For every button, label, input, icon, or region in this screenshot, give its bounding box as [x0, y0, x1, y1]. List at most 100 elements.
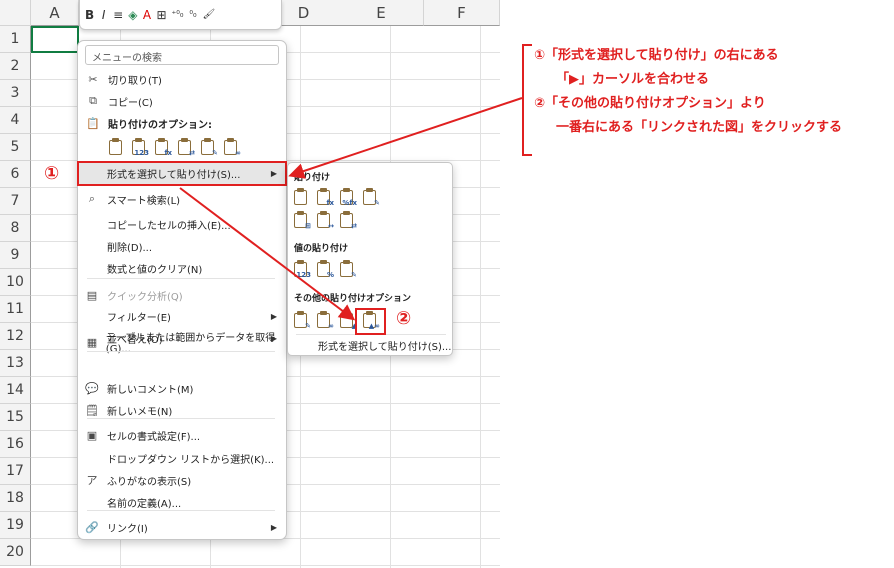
- paste-options-row: 123 fx ⇄ ✎ ∞: [108, 137, 246, 157]
- menu-label: コピーしたセルの挿入(E)...: [107, 220, 231, 232]
- step-marker-2: ②: [396, 308, 412, 329]
- row-header-6[interactable]: 6: [0, 161, 31, 188]
- submenu-arrow-icon: ▶: [270, 168, 277, 178]
- row-header-13[interactable]: 13: [0, 350, 31, 377]
- paste-transpose-icon[interactable]: ⇄: [177, 137, 195, 157]
- submenu-values-row: 123 % ✎: [293, 259, 362, 279]
- menu-item-copy[interactable]: ⧉ コピー(C): [78, 90, 286, 112]
- row-header-17[interactable]: 17: [0, 458, 31, 485]
- row-header-9[interactable]: 9: [0, 242, 31, 269]
- menu-item-link[interactable]: 🔗 リンク(I) ▶: [77, 515, 285, 539]
- row-header-7[interactable]: 7: [0, 188, 31, 215]
- row-header-2[interactable]: 2: [0, 53, 31, 80]
- paste-link-icon[interactable]: ∞: [316, 310, 334, 330]
- paste-formulas-icon[interactable]: fx: [154, 137, 172, 157]
- menu-item-furigana[interactable]: アふりがなの表示(S): [77, 468, 285, 492]
- link-icon: 🔗: [85, 520, 99, 534]
- menu-label: ドロップダウン リストから選択(K)...: [107, 454, 275, 466]
- menu-item-delete[interactable]: 削除(D)...: [77, 234, 285, 258]
- column-header-f[interactable]: F: [424, 0, 500, 26]
- menu-divider: [87, 418, 275, 419]
- increase-decimal-icon[interactable]: ⁺⁰₀: [172, 10, 184, 20]
- paste-icon[interactable]: [293, 187, 311, 207]
- paste-values-number-format-icon[interactable]: %: [316, 259, 334, 279]
- column-header-e[interactable]: E: [339, 0, 424, 26]
- paste-transpose-icon[interactable]: ⇄: [339, 210, 357, 230]
- format-painter-icon[interactable]: 🖌: [202, 9, 215, 20]
- row-header-3[interactable]: 3: [0, 80, 31, 107]
- row-header-16[interactable]: 16: [0, 431, 31, 458]
- submenu-paste-special-link[interactable]: 形式を選択して貼り付け(S)...: [318, 338, 451, 353]
- furigana-icon: ア: [86, 474, 98, 487]
- submenu-paste-heading: 貼り付け: [294, 173, 331, 183]
- italic-button[interactable]: I: [99, 8, 108, 22]
- menu-search-input[interactable]: メニューの検索: [85, 45, 279, 65]
- row-header-4[interactable]: 4: [0, 107, 31, 134]
- paste-formatting-icon[interactable]: ✎: [293, 310, 311, 330]
- fill-color-icon[interactable]: ◈: [128, 8, 137, 22]
- row-header-1[interactable]: 1: [0, 26, 31, 53]
- menu-label-paste-special[interactable]: 形式を選択して貼り付け(S)... ▶: [77, 161, 285, 185]
- menu-item-new-comment[interactable]: 💬 新しいコメント(M): [77, 376, 285, 400]
- bold-button[interactable]: B: [85, 8, 94, 22]
- column-header-a[interactable]: A: [31, 0, 79, 26]
- row-header-20[interactable]: 20: [0, 539, 31, 566]
- row-header-15[interactable]: 15: [0, 404, 31, 431]
- menu-item-format-cells[interactable]: ▣ セルの書式設定(F)...: [77, 423, 285, 447]
- submenu-paste-row-1: fx %fx ✎: [293, 187, 385, 207]
- instruction-annotation: ①「形式を選択して貼り付け」の右にある 「▶」カーソルを合わせる ②「その他の貼…: [522, 44, 882, 156]
- menu-item-smart-lookup[interactable]: ⌕ スマート検索(L): [77, 187, 285, 211]
- menu-label: 切り取り(T): [108, 75, 162, 87]
- menu-label: クイック分析(Q): [107, 291, 183, 303]
- submenu-arrow-icon: ▶: [270, 522, 277, 532]
- menu-label: スマート検索(L): [107, 195, 181, 207]
- menu-item-insert-copied[interactable]: コピーしたセルの挿入(E)...: [77, 212, 285, 236]
- paste-formulas-number-format-icon[interactable]: %fx: [339, 187, 357, 207]
- row-header-8[interactable]: 8: [0, 215, 31, 242]
- menu-label: 新しいコメント(M): [107, 384, 194, 396]
- paste-keep-column-widths-icon[interactable]: ↔: [316, 210, 334, 230]
- menu-label: 新しいメモ(N): [107, 406, 173, 418]
- annotation-line-1: ①「形式を選択して貼り付け」の右にある: [534, 48, 779, 63]
- clipboard-icon: 📋: [86, 116, 100, 130]
- row-header-5[interactable]: 5: [0, 134, 31, 161]
- row-header-12[interactable]: 12: [0, 323, 31, 350]
- borders-icon[interactable]: ⊞: [156, 8, 166, 22]
- menu-item-filter[interactable]: フィルター(E) ▶: [77, 304, 285, 328]
- note-icon: 🗒: [85, 403, 99, 417]
- menu-divider: [87, 278, 275, 279]
- step-marker-1: ①: [44, 163, 60, 184]
- row-header-11[interactable]: 11: [0, 296, 31, 323]
- menu-label: 名前の定義(A)...: [107, 498, 182, 510]
- menu-item-clear[interactable]: 数式と値のクリア(N): [77, 256, 285, 280]
- menu-item-sort[interactable]: 並べ替え(O) ▶: [77, 326, 285, 350]
- search-icon: ⌕: [88, 192, 96, 205]
- paste-values-icon[interactable]: 123: [293, 259, 311, 279]
- decrease-decimal-icon[interactable]: ⁰₀: [188, 10, 197, 20]
- menu-label: 削除(D)...: [107, 242, 153, 254]
- menu-label: 形式を選択して貼り付け(S)...: [107, 169, 241, 181]
- row-header-19[interactable]: 19: [0, 512, 31, 539]
- paste-no-borders-icon[interactable]: ⊞: [293, 210, 311, 230]
- selected-cell-a1[interactable]: [31, 26, 79, 53]
- paste-values-icon[interactable]: 123: [131, 137, 149, 157]
- select-all-corner[interactable]: [0, 0, 31, 26]
- paste-values-source-format-icon[interactable]: ✎: [339, 259, 357, 279]
- paste-keep-source-formatting-icon[interactable]: ✎: [362, 187, 380, 207]
- paste-formulas-icon[interactable]: fx: [316, 187, 334, 207]
- paste-link-icon[interactable]: ∞: [223, 137, 241, 157]
- row-header-10[interactable]: 10: [0, 269, 31, 296]
- row-header-18[interactable]: 18: [0, 485, 31, 512]
- align-center-icon[interactable]: ≡: [113, 8, 123, 22]
- font-color-icon[interactable]: A: [142, 8, 151, 22]
- format-cells-icon: ▣: [86, 428, 98, 442]
- paste-formatting-icon[interactable]: ✎: [200, 137, 218, 157]
- menu-label: 貼り付けのオプション:: [108, 119, 212, 131]
- menu-divider: [87, 510, 275, 511]
- menu-label: リンク(I): [107, 523, 148, 535]
- paste-icon[interactable]: [108, 137, 126, 157]
- menu-item-cut[interactable]: ✂ 切り取り(T): [78, 68, 286, 90]
- menu-label: 並べ替え(O): [107, 334, 163, 346]
- row-header-14[interactable]: 14: [0, 377, 31, 404]
- menu-item-pick-list[interactable]: ドロップダウン リストから選択(K)...: [77, 446, 285, 470]
